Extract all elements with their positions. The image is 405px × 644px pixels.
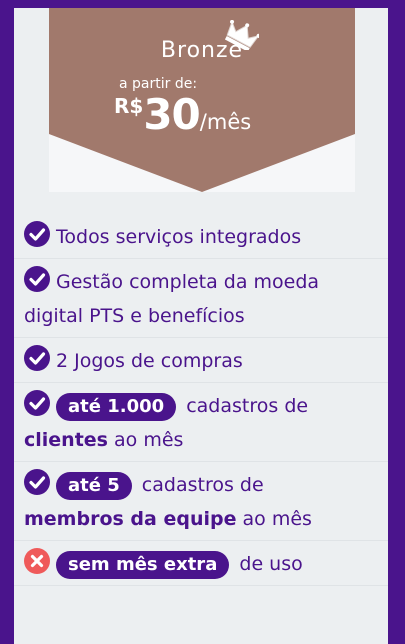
feature-text-suffix: ao mês bbox=[114, 429, 184, 451]
check-circle-icon bbox=[24, 266, 50, 292]
limit-badge: até 5 bbox=[56, 472, 132, 500]
price-period: /mês bbox=[199, 110, 252, 134]
feature-text: Todos serviços integrados bbox=[56, 226, 302, 248]
price-amount: 30 bbox=[143, 90, 200, 139]
feature-item: Gestão completa da moeda digital PTS e b… bbox=[14, 259, 388, 338]
crown-icon bbox=[225, 20, 259, 50]
pricing-card: Bronze a partir de: R$30/mês Todos servi… bbox=[14, 8, 388, 644]
feature-item: 2 Jogos de compras bbox=[14, 338, 388, 383]
close-circle-icon bbox=[24, 548, 50, 574]
plan-name: Bronze bbox=[160, 38, 244, 63]
feature-text: cadastros de bbox=[141, 474, 264, 496]
feature-list: Todos serviços integrados Gestão complet… bbox=[14, 214, 388, 586]
feature-text: Gestão completa da moeda digital PTS e b… bbox=[24, 271, 320, 327]
check-circle-icon bbox=[24, 469, 50, 495]
price-currency: R$ bbox=[114, 94, 144, 118]
feature-text: 2 Jogos de compras bbox=[56, 350, 243, 372]
limit-badge: sem mês extra bbox=[56, 551, 230, 579]
feature-item: até 5 cadastros de membros da equipe ao … bbox=[14, 462, 388, 541]
feature-highlight: membros da equipe bbox=[24, 508, 237, 530]
feature-item: até 1.000 cadastros de clientes ao mês bbox=[14, 383, 388, 462]
feature-text: cadastros de bbox=[186, 395, 309, 417]
check-circle-icon bbox=[24, 221, 50, 247]
check-circle-icon bbox=[24, 345, 50, 371]
feature-item: sem mês extra de uso bbox=[14, 541, 388, 586]
plan-banner: Bronze a partir de: R$30/mês bbox=[49, 8, 355, 192]
feature-highlight: clientes bbox=[24, 429, 108, 451]
limit-badge: até 1.000 bbox=[56, 393, 177, 421]
feature-text: de uso bbox=[239, 553, 303, 575]
feature-item: Todos serviços integrados bbox=[14, 214, 388, 259]
check-circle-icon bbox=[24, 390, 50, 416]
plan-price: R$30/mês bbox=[114, 90, 251, 139]
feature-text-suffix: ao mês bbox=[242, 508, 312, 530]
